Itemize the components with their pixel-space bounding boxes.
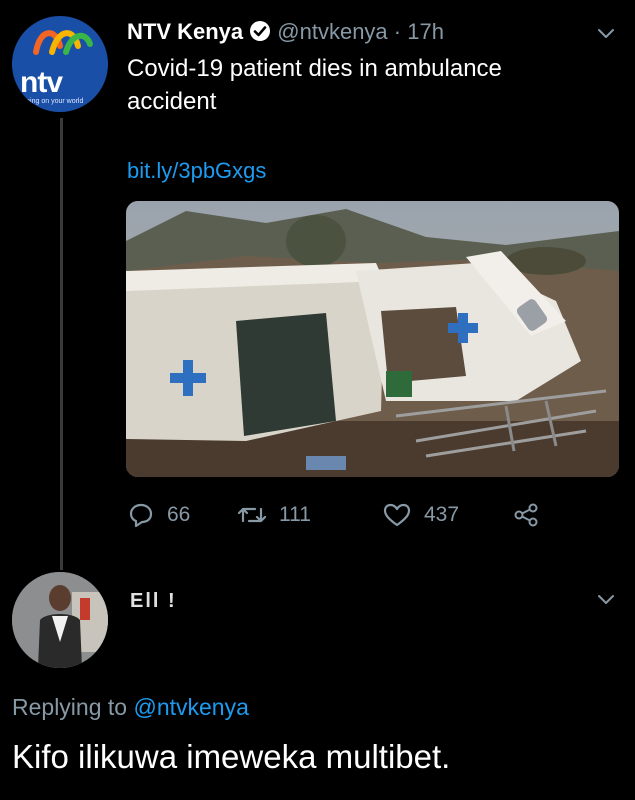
- tweet-actions: 66 111 437: [127, 498, 567, 532]
- replying-mention[interactable]: @ntvkenya: [133, 694, 248, 720]
- reply-icon: [129, 503, 153, 528]
- like-count: 437: [424, 503, 460, 526]
- reply-avatar-photo: [12, 572, 108, 668]
- header-separator: ·: [393, 19, 402, 44]
- reply-text: Kifo ilikuwa imeweka multibet.: [12, 738, 451, 775]
- tweet-time[interactable]: 17h: [407, 19, 444, 44]
- tweet-link[interactable]: bit.ly/3pbGxgs: [127, 158, 266, 184]
- replying-to: Replying to @ntvkenya: [12, 694, 249, 721]
- like-button[interactable]: 437: [382, 498, 459, 532]
- tweet-header: NTV Kenya @ntvkenya · 17h: [127, 18, 444, 49]
- ntv-logo-tagline: turning on your world: [18, 98, 84, 105]
- reply-count: 66: [167, 503, 191, 526]
- ntv-swoosh-icon: [33, 30, 93, 55]
- share-icon: [514, 503, 538, 527]
- ntv-logo-text: ntv: [20, 66, 63, 99]
- ntv-avatar[interactable]: ntv turning on your world: [12, 16, 108, 112]
- retweet-count: 111: [279, 503, 311, 526]
- replying-prefix: Replying to: [12, 694, 128, 720]
- verified-badge-icon: [249, 20, 271, 49]
- retweet-button[interactable]: 111: [237, 498, 311, 532]
- chevron-down-icon[interactable]: [595, 22, 617, 44]
- thread-line: [60, 118, 63, 570]
- like-icon: [383, 503, 411, 527]
- reply-author-avatar[interactable]: [12, 572, 108, 668]
- reply-button[interactable]: 66: [127, 498, 190, 532]
- retweet-icon: [237, 507, 267, 523]
- share-button[interactable]: [512, 498, 552, 532]
- reply-author-name[interactable]: Ell !: [130, 590, 177, 613]
- author-name[interactable]: NTV Kenya: [127, 19, 243, 44]
- author-handle[interactable]: @ntvkenya: [277, 19, 387, 44]
- ambulance-accident-photo: [126, 201, 619, 477]
- tweet-text: Covid-19 patient dies in ambulance accid…: [127, 55, 502, 115]
- tweet-image[interactable]: [126, 201, 619, 477]
- chevron-down-icon[interactable]: [595, 588, 617, 610]
